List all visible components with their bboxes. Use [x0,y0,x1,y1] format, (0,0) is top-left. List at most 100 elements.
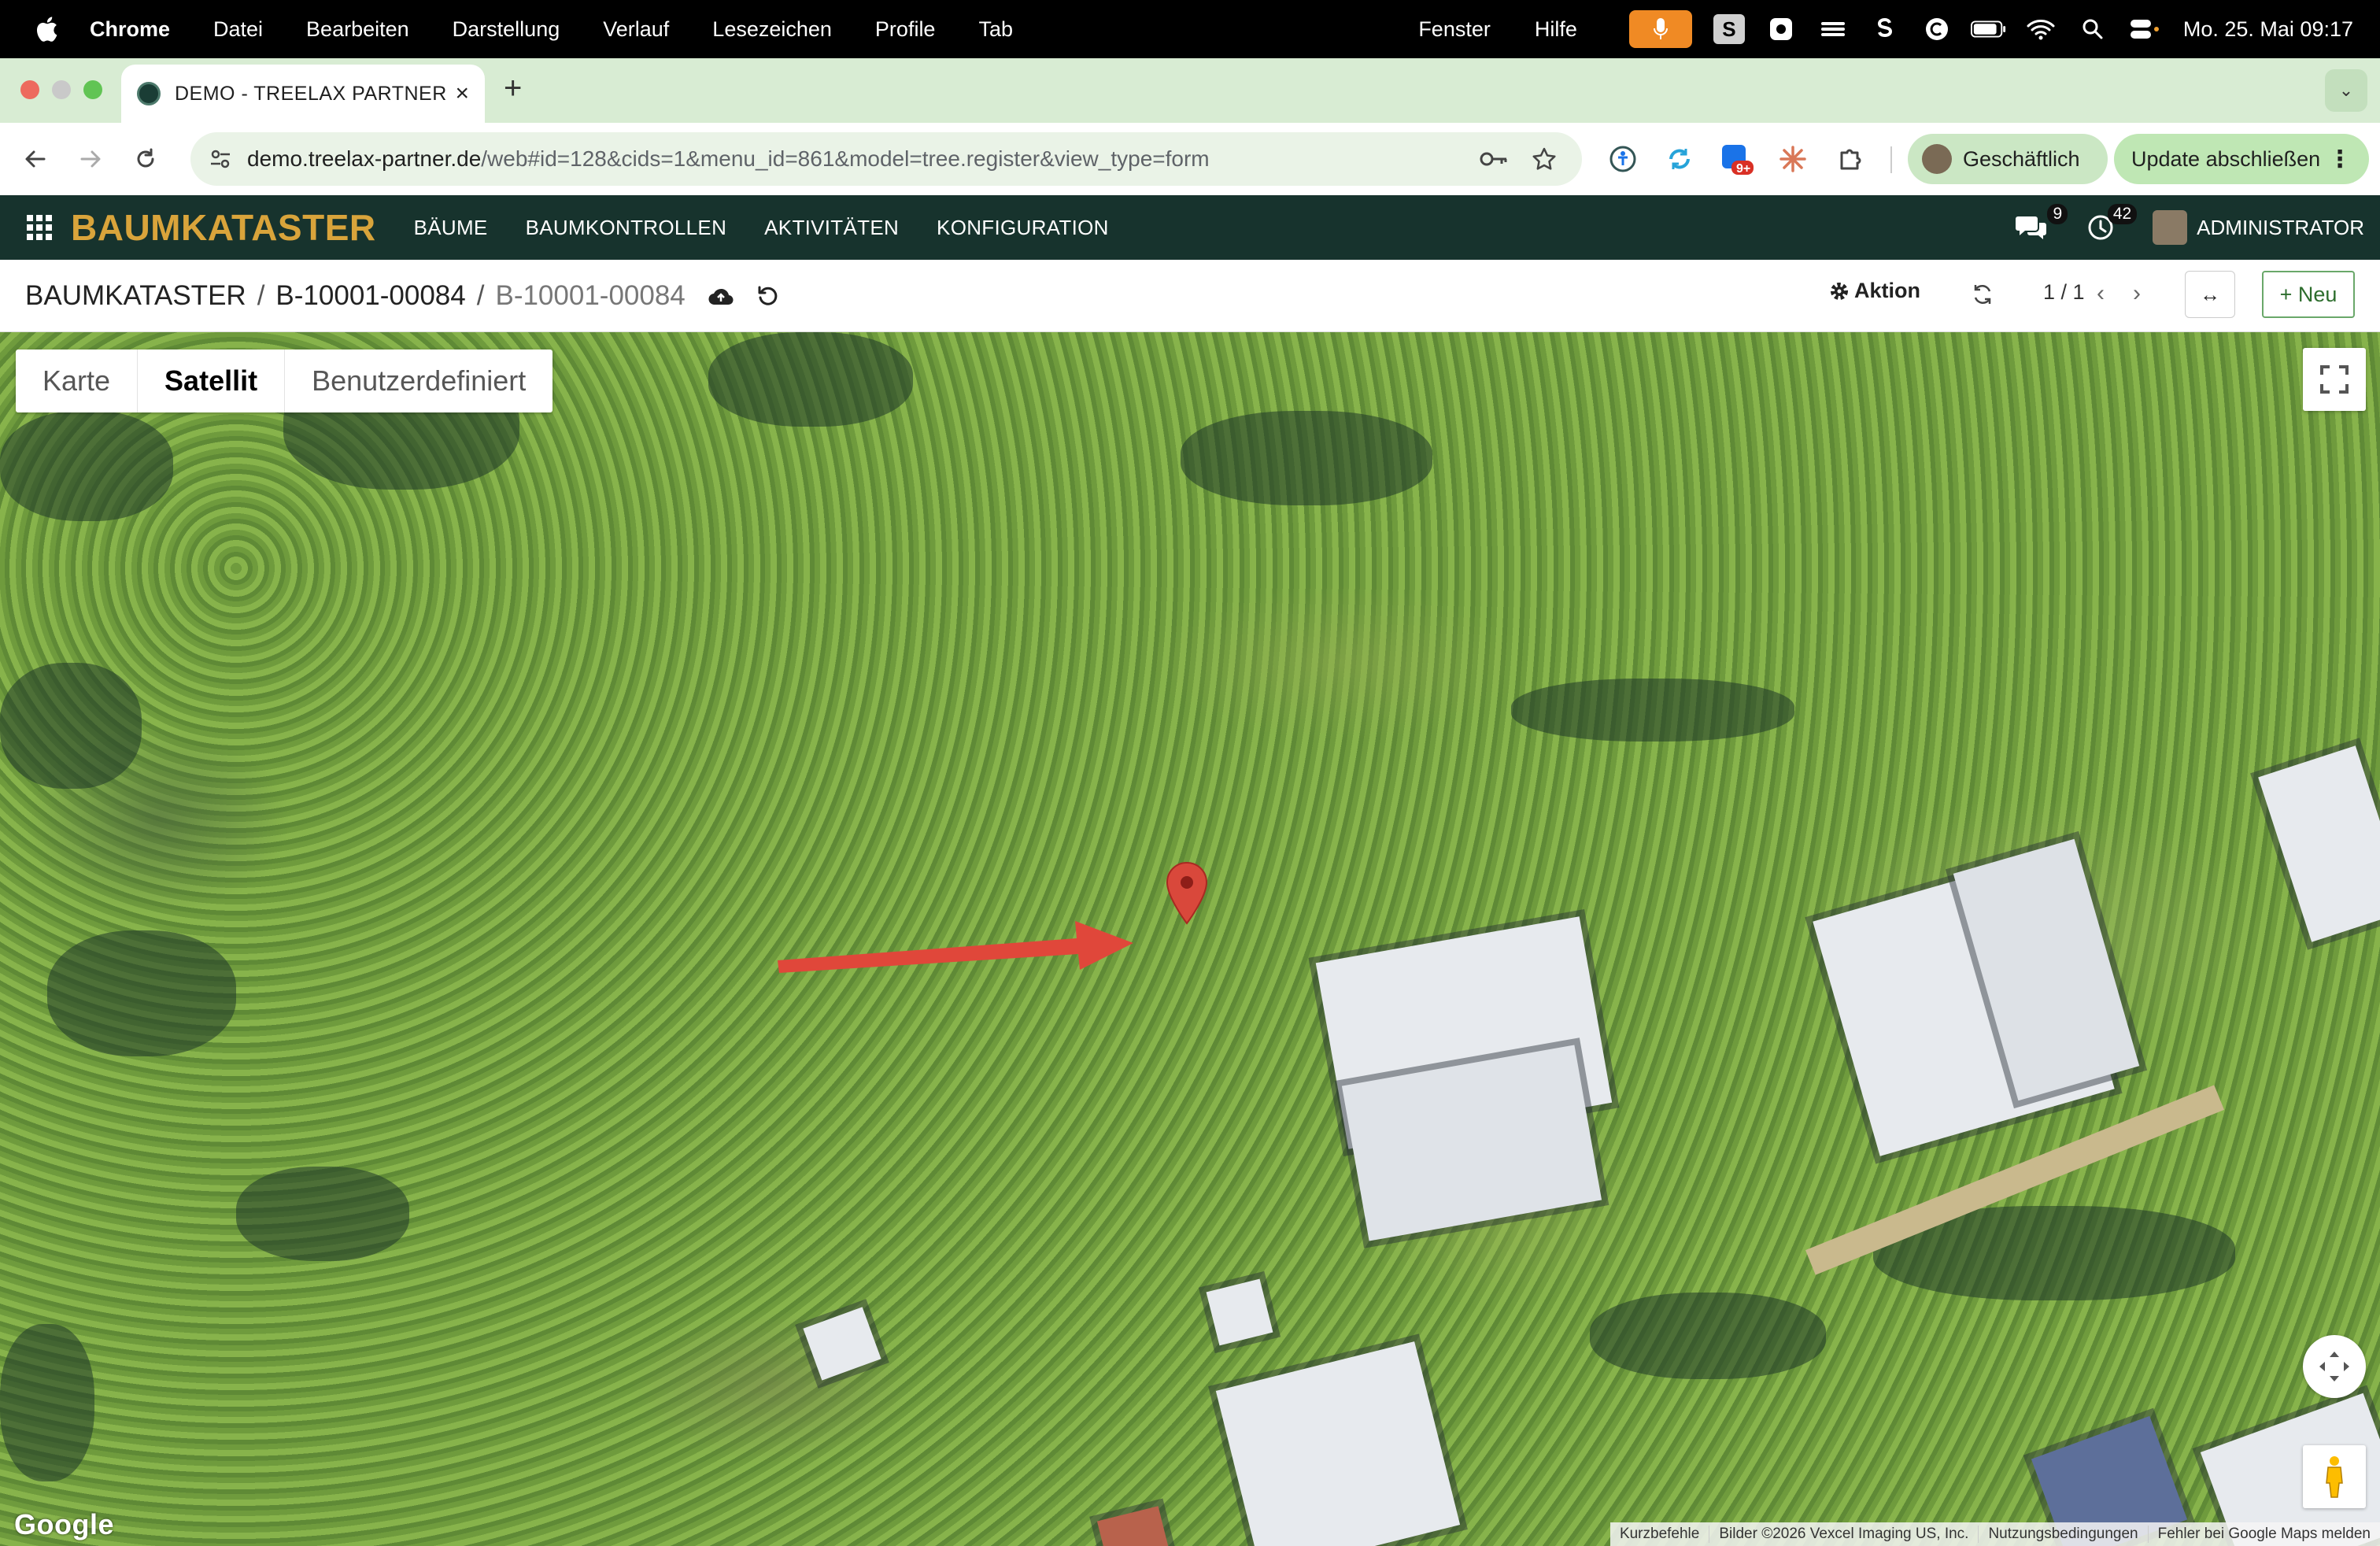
menu-tab[interactable]: Tab [978,17,1013,42]
battery-icon[interactable] [1970,11,2007,47]
messages-button[interactable]: 9 [2014,204,2068,245]
search-icon[interactable] [2075,11,2111,47]
c-icon[interactable] [1919,11,1955,47]
menu-app-chrome[interactable]: Chrome [90,17,170,42]
report-error-link[interactable]: Fehler bei Google Maps melden [2149,1526,2380,1543]
calendar-extension-icon[interactable]: 9+ [1719,142,1754,176]
control-center-icon[interactable] [2127,11,2163,47]
refresh-icon[interactable] [1971,282,1994,313]
bookmark-star-icon[interactable] [1525,140,1563,178]
activities-count-badge: 42 [2107,204,2138,224]
user-name[interactable]: ADMINISTRATOR [2197,216,2364,240]
satellite-map[interactable]: Karte Satellit Benutzerdefiniert Google … [0,332,2380,1546]
s-app-icon[interactable]: S [1711,11,1747,47]
back-icon[interactable] [16,139,55,179]
map-marker-icon[interactable] [1165,861,1209,927]
map-attribution-bar: Kurzbefehle Bilder ©2026 Vexcel Imaging … [1609,1522,2380,1546]
map-shadow [236,1167,409,1261]
microphone-icon[interactable] [1628,10,1692,48]
url-path: /web#id=128&cids=1&menu_id=861&model=tre… [481,146,1210,171]
tab-search-button[interactable]: ⌄ [2325,69,2367,112]
address-bar[interactable]: demo.treelax-partner.de/web#id=128&cids=… [190,132,1582,186]
fullscreen-icon[interactable] [2303,348,2366,411]
action-menu-button[interactable]: Aktion [1829,279,1920,303]
map-shadow [1511,679,1794,742]
map-shadow [708,332,913,427]
browser-toolbar: demo.treelax-partner.de/web#id=128&cids=… [0,123,2380,195]
nav-aktivitaeten[interactable]: AKTIVITÄTEN [764,216,899,240]
menu-darstellung[interactable]: Darstellung [453,17,560,42]
password-key-icon[interactable] [1475,140,1513,178]
browser-tab-active[interactable]: DEMO - TREELAX PARTNER - × [121,65,485,123]
map-type-benutzerdefiniert[interactable]: Benutzerdefiniert [285,350,552,412]
nav-baumkontrollen[interactable]: BAUMKONTROLLEN [526,216,727,240]
map-shed [803,1307,881,1381]
terms-link[interactable]: Nutzungsbedingungen [1979,1526,2149,1543]
menu-fenster[interactable]: Fenster [1418,17,1491,42]
user-avatar[interactable] [2153,210,2188,245]
map-type-control: Karte Satellit Benutzerdefiniert [16,350,553,412]
toolbar-divider [1890,146,1892,173]
map-rooftop [2258,745,2380,942]
profile-button[interactable]: Geschäftlich [1908,134,2108,184]
burst-extension-icon[interactable] [1776,142,1810,176]
url-host: demo.treelax-partner.de [247,146,482,171]
app-brand[interactable]: BAUMKATASTER [71,206,376,249]
camera-control-icon[interactable] [2303,1335,2366,1398]
tab-close-icon[interactable]: × [455,80,469,107]
menu-datei[interactable]: Datei [213,17,263,42]
sync-extension-icon[interactable] [1662,142,1697,176]
menubar-right: Fenster Hilfe S Mo. 25. Mai 09:17 [1418,0,2380,58]
zoom-window-button[interactable] [83,80,102,99]
map-type-karte[interactable]: Karte [16,350,139,412]
menu-lesezeichen[interactable]: Lesezeichen [712,17,832,42]
save-cloud-icon[interactable] [708,286,734,306]
messages-count-badge: 9 [2047,204,2068,224]
apps-grid-icon[interactable] [27,215,52,240]
dollar-icon[interactable] [1867,11,1903,47]
new-record-button[interactable]: + Neu [2262,271,2355,318]
map-type-satellit[interactable]: Satellit [138,350,286,412]
discard-undo-icon[interactable] [756,284,780,308]
pager-next-button[interactable]: › [2133,280,2141,307]
site-settings-icon[interactable] [205,147,236,171]
breadcrumb-record[interactable]: B-10001-00084 [275,280,465,312]
breadcrumb: BAUMKATASTER / B-10001-00084 / B-10001-0… [25,280,780,312]
menu-verlauf[interactable]: Verlauf [603,17,669,42]
red-arrow-annotation [778,921,1133,973]
apple-icon[interactable] [35,15,74,43]
accessibility-extension-icon[interactable] [1606,142,1640,176]
pager-value[interactable]: 1 / 1 [2043,280,2085,305]
stack-icon[interactable] [1815,11,1851,47]
minimize-window-button[interactable] [52,80,71,99]
forward-icon[interactable] [71,139,110,179]
update-button[interactable]: Update abschließen ⋮ [2114,134,2369,184]
wifi-icon[interactable] [2023,11,2059,47]
navbar-systray: 9 42 ADMINISTRATOR [2014,195,2364,260]
reload-icon[interactable] [126,139,165,179]
google-logo: Google [14,1508,114,1540]
pegman-street-view-icon[interactable] [2303,1445,2366,1508]
pager-previous-button[interactable]: ‹ [2097,280,2105,307]
menu-profile[interactable]: Profile [875,17,936,42]
nav-konfiguration[interactable]: KONFIGURATION [937,216,1109,240]
breadcrumb-root[interactable]: BAUMKATASTER [25,280,246,312]
clock[interactable]: Mo. 25. Mai 09:17 [2183,17,2353,42]
puzzle-extensions-icon[interactable] [1832,142,1867,176]
control-panel: BAUMKATASTER / B-10001-00084 / B-10001-0… [0,260,2380,332]
map-shadow [0,411,173,521]
menu-bearbeiten[interactable]: Bearbeiten [306,17,409,42]
more-menu-icon[interactable]: ⋮ [2328,146,2352,173]
nav-baeume[interactable]: BÄUME [414,216,488,240]
menu-hilfe[interactable]: Hilfe [1535,17,1577,42]
close-window-button[interactable] [20,80,39,99]
expand-width-button[interactable]: ↔ [2185,271,2235,318]
sun-icon[interactable] [1763,11,1799,47]
new-tab-button[interactable]: + [504,71,522,106]
action-label: Aktion [1854,279,1920,302]
keyboard-shortcuts-link[interactable]: Kurzbefehle [1610,1526,1710,1543]
activities-button[interactable]: 42 [2083,204,2138,245]
map-shadow [1181,411,1432,505]
breadcrumb-separator: / [257,279,265,311]
map-shadow [0,1324,94,1481]
